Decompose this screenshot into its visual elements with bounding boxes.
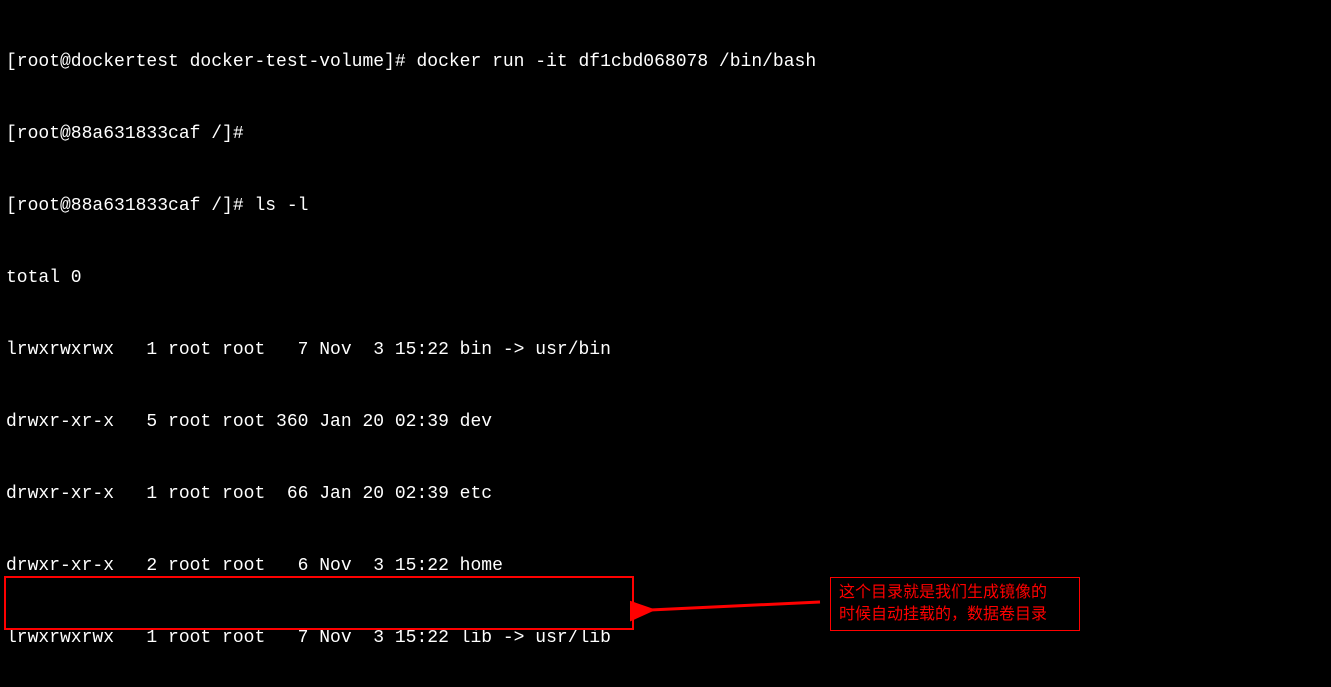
prompt-user-3: [root@88a631833caf /]# <box>6 196 254 216</box>
listing-row: drwxr-xr-x 2 root root 6 Nov 3 15:22 hom… <box>6 554 1325 578</box>
command-3: ls -l <box>254 196 308 216</box>
annotation-line-2: 时候自动挂载的，数据卷目录 <box>839 604 1071 626</box>
listing-row: lrwxrwxrwx 1 root root 7 Nov 3 15:22 bin… <box>6 338 1325 362</box>
listing-row: drwxr-xr-x 1 root root 66 Jan 20 02:39 e… <box>6 482 1325 506</box>
prompt-line-1: [root@dockertest docker-test-volume]# do… <box>6 50 1325 74</box>
listing-row: lrwxrwxrwx 1 root root 7 Nov 3 15:22 lib… <box>6 626 1325 650</box>
annotation-line-1: 这个目录就是我们生成镜像的 <box>839 582 1071 604</box>
terminal-window[interactable]: [root@dockertest docker-test-volume]# do… <box>0 0 1331 687</box>
prompt-user-2: [root@88a631833caf /]# <box>6 124 254 144</box>
prompt-user-1: [root@dockertest docker-test-volume]# <box>6 52 416 72</box>
command-1: docker run -it df1cbd068078 /bin/bash <box>416 52 816 72</box>
listing-row: drwxr-xr-x 5 root root 360 Jan 20 02:39 … <box>6 410 1325 434</box>
total-line: total 0 <box>6 266 1325 290</box>
annotation-callout: 这个目录就是我们生成镜像的 时候自动挂载的，数据卷目录 <box>830 577 1080 631</box>
prompt-line-2: [root@88a631833caf /]# <box>6 122 1325 146</box>
prompt-line-3: [root@88a631833caf /]# ls -l <box>6 194 1325 218</box>
